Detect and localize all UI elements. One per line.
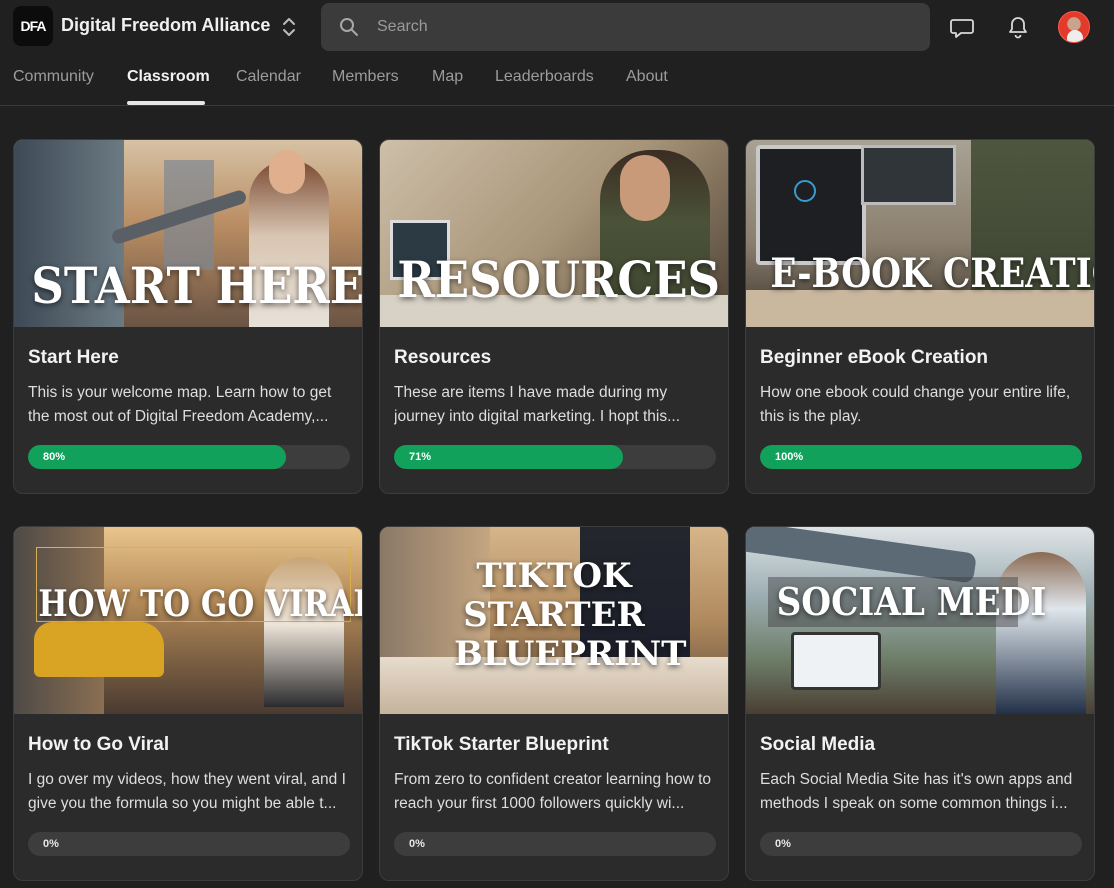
- course-card-social-media[interactable]: SOCIAL MEDI Social Media Each Social Med…: [745, 526, 1095, 881]
- course-progress-bar: 0%: [760, 832, 1082, 856]
- course-title: Beginner eBook Creation: [760, 347, 989, 368]
- logo-text: DFA: [20, 18, 47, 34]
- course-description: This is your welcome map. Learn how to g…: [28, 384, 332, 425]
- user-avatar[interactable]: [1058, 11, 1090, 43]
- tab-classroom[interactable]: Classroom: [127, 68, 210, 86]
- course-thumbnail: E-BOOK CREATION: [746, 140, 1094, 327]
- course-thumbnail: HOW TO GO VIRAL: [14, 527, 362, 714]
- course-description: Each Social Media Site has it's own apps…: [760, 771, 1073, 812]
- course-thumbnail: TIKTOK STARTER BLUEPRINT: [380, 527, 728, 714]
- course-progress-bar: 0%: [394, 832, 716, 856]
- tab-community[interactable]: Community: [13, 68, 94, 86]
- course-title: Start Here: [28, 347, 119, 368]
- search-icon: [340, 18, 358, 36]
- course-thumbnail: RESOURCES: [380, 140, 728, 327]
- course-progress-bar: 0%: [28, 832, 350, 856]
- bell-icon[interactable]: [1005, 14, 1031, 40]
- course-thumbnail: START HERE: [14, 140, 362, 327]
- thumbnail-title: SOCIAL MEDI: [776, 579, 1047, 624]
- course-title: Social Media: [760, 734, 876, 755]
- thumbnail-title: HOW TO GO VIRAL: [38, 583, 362, 625]
- top-header: DFA Digital Freedom Alliance: [0, 0, 1114, 106]
- search-input[interactable]: [377, 15, 897, 39]
- progress-label: 71%: [409, 451, 432, 463]
- tab-leaderboards[interactable]: Leaderboards: [495, 68, 594, 86]
- thumbnail-title: TIKTOK STARTER BLUEPRINT: [380, 557, 728, 674]
- course-card-resources[interactable]: RESOURCES Resources These are items I ha…: [379, 139, 729, 494]
- course-card-tiktok-starter-blueprint[interactable]: TIKTOK STARTER BLUEPRINT TikTok Starter …: [379, 526, 729, 881]
- course-thumbnail: SOCIAL MEDI: [746, 527, 1094, 714]
- course-description: These are items I have made during my jo…: [394, 384, 681, 425]
- progress-label: 0%: [775, 838, 791, 850]
- progress-fill: [28, 445, 286, 469]
- progress-label: 0%: [409, 838, 425, 850]
- course-description: I go over my videos, how they went viral…: [28, 771, 346, 812]
- progress-label: 0%: [43, 838, 59, 850]
- search-bar[interactable]: [321, 3, 930, 51]
- course-description: From zero to confident creator learning …: [394, 771, 712, 812]
- thumbnail-title: START HERE: [31, 256, 362, 315]
- thumbnail-title: RESOURCES: [397, 250, 721, 309]
- progress-fill: [760, 445, 1082, 469]
- course-description: How one ebook could change your entire l…: [760, 384, 1071, 425]
- course-progress-bar: 80%: [28, 445, 350, 469]
- course-card-ebook-creation[interactable]: E-BOOK CREATION Beginner eBook Creation …: [745, 139, 1095, 494]
- group-logo[interactable]: DFA: [13, 6, 53, 46]
- progress-label: 80%: [43, 451, 66, 463]
- switcher-chevrons-icon[interactable]: [279, 14, 299, 40]
- course-card-how-to-go-viral[interactable]: HOW TO GO VIRAL How to Go Viral I go ove…: [13, 526, 363, 881]
- thumbnail-title: E-BOOK CREATION: [770, 250, 1094, 297]
- course-title: TikTok Starter Blueprint: [394, 734, 609, 755]
- tab-about[interactable]: About: [626, 68, 668, 86]
- tab-map[interactable]: Map: [432, 68, 463, 86]
- progress-label: 100%: [775, 451, 804, 463]
- thumbnail-title-text: TIKTOK STARTER BLUEPRINT: [454, 556, 687, 674]
- tab-members[interactable]: Members: [332, 68, 399, 86]
- course-card-start-here[interactable]: START HERE Start Here This is your welco…: [13, 139, 363, 494]
- course-progress-bar: 100%: [760, 445, 1082, 469]
- course-progress-bar: 71%: [394, 445, 716, 469]
- course-title: Resources: [394, 347, 492, 368]
- chat-icon[interactable]: [949, 14, 975, 40]
- course-title: How to Go Viral: [28, 734, 170, 755]
- active-tab-indicator: [127, 101, 205, 105]
- tab-calendar[interactable]: Calendar: [236, 68, 301, 86]
- group-name[interactable]: Digital Freedom Alliance: [61, 15, 270, 36]
